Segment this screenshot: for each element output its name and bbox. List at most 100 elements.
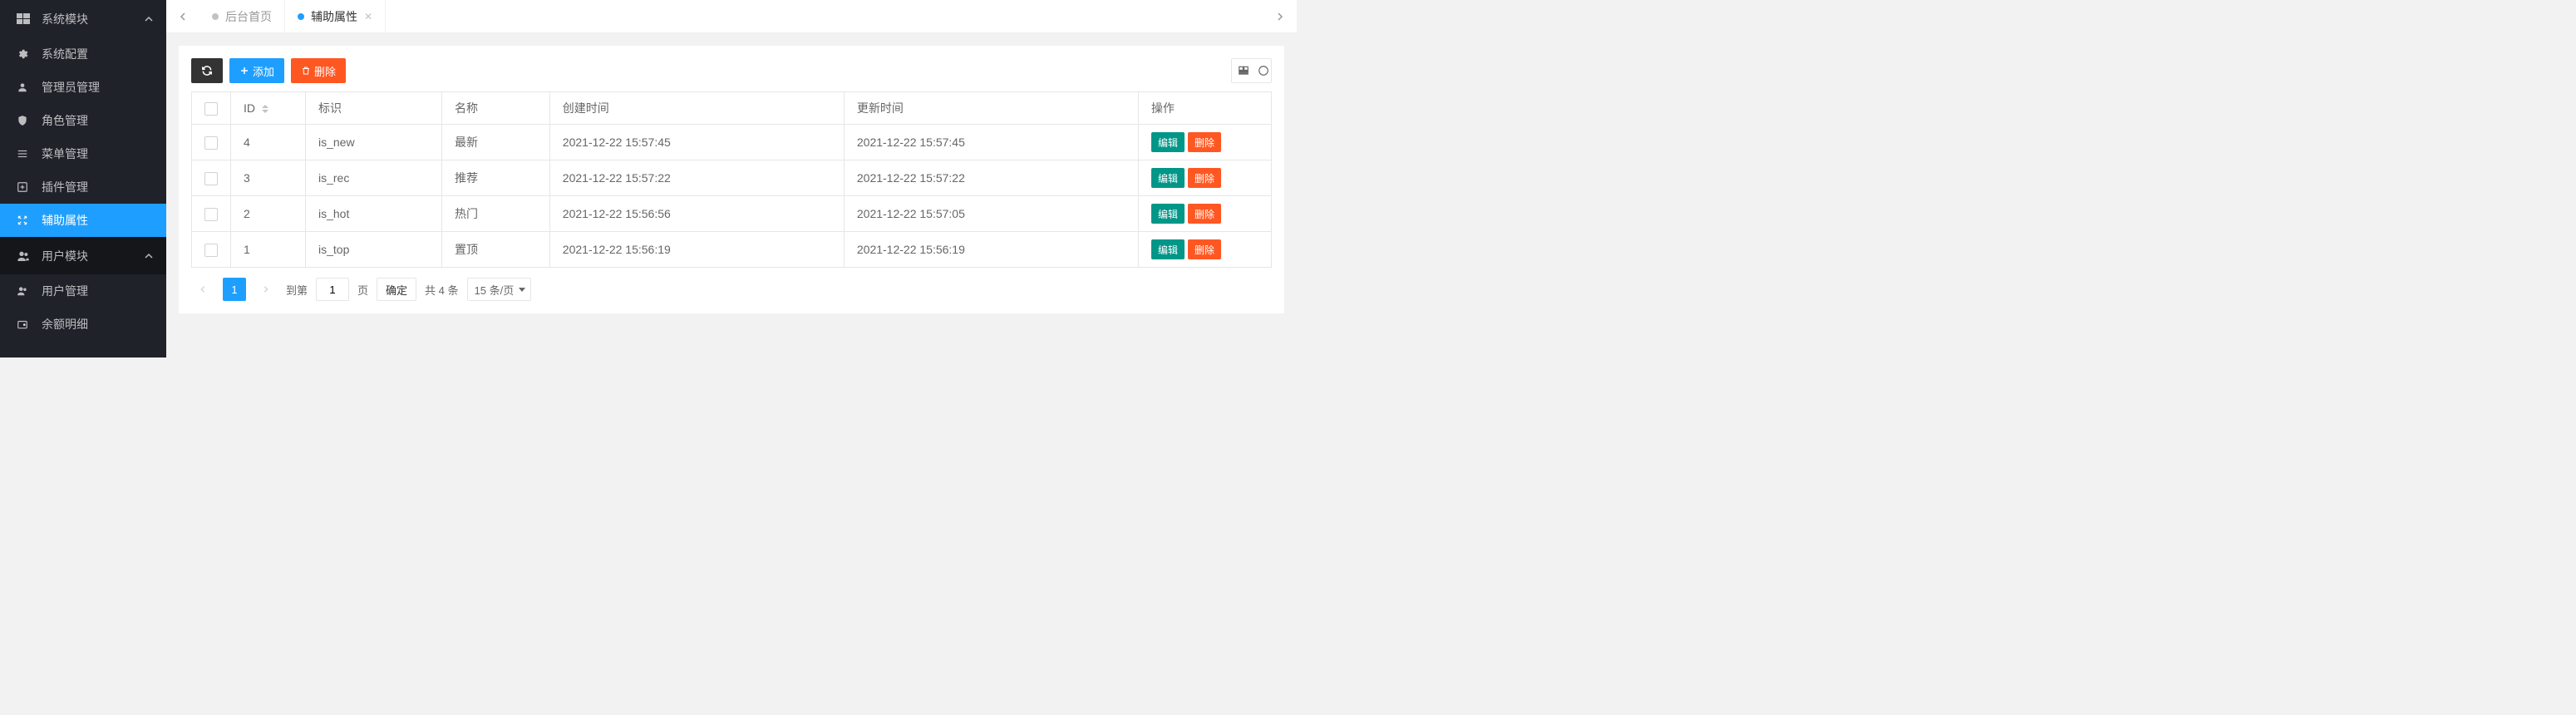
refresh-button[interactable] xyxy=(191,58,223,83)
wallet-icon xyxy=(17,318,33,330)
app-root: 系统模块 系统配置 管理员管理 角色管理 xyxy=(0,0,1297,358)
select-all-checkbox[interactable] xyxy=(204,102,218,116)
cell-updated: 2021-12-22 15:57:05 xyxy=(844,196,1138,232)
chevron-up-icon xyxy=(144,14,154,24)
page-size-select[interactable]: 15 条/页 xyxy=(467,278,532,301)
cell-id: 3 xyxy=(231,160,306,196)
th-checkbox xyxy=(192,92,231,125)
cell-checkbox xyxy=(192,232,231,268)
sidebar-group-label: 用户模块 xyxy=(42,248,88,264)
tab-label: 后台首页 xyxy=(225,8,272,25)
row-delete-button[interactable]: 删除 xyxy=(1188,168,1221,188)
columns-button[interactable] xyxy=(1231,58,1256,83)
sidebar-group-label: 系统模块 xyxy=(42,11,88,27)
data-table: ID 标识 名称 创建时间 更新时间 操作 4is_new最新2021-12-2… xyxy=(191,91,1272,268)
plus-square-icon xyxy=(17,181,33,193)
row-edit-button[interactable]: 编辑 xyxy=(1151,168,1185,188)
cell-created: 2021-12-22 15:57:45 xyxy=(549,125,844,160)
cell-actions: 编辑删除 xyxy=(1139,160,1272,196)
close-icon[interactable]: ✕ xyxy=(364,11,372,22)
sidebar-item-menu[interactable]: 菜单管理 xyxy=(0,137,166,170)
tab-dot-icon xyxy=(212,13,219,20)
page-next[interactable] xyxy=(254,278,278,301)
delete-button[interactable]: 删除 xyxy=(291,58,346,83)
cell-created: 2021-12-22 15:56:19 xyxy=(549,232,844,268)
row-checkbox[interactable] xyxy=(204,136,218,150)
gear-icon xyxy=(17,48,33,60)
table-header-row: ID 标识 名称 创建时间 更新时间 操作 xyxy=(192,92,1272,125)
sidebar-item-label: 系统配置 xyxy=(42,46,88,62)
page-number[interactable]: 1 xyxy=(223,278,246,301)
shield-icon xyxy=(17,115,33,126)
card: 添加 删除 xyxy=(179,46,1284,313)
export-button[interactable] xyxy=(1255,58,1272,83)
cell-tag: is_hot xyxy=(306,196,442,232)
cell-name: 推荐 xyxy=(442,160,550,196)
th-id[interactable]: ID xyxy=(231,92,306,125)
add-button[interactable]: 添加 xyxy=(229,58,284,83)
row-delete-button[interactable]: 删除 xyxy=(1188,239,1221,259)
row-checkbox[interactable] xyxy=(204,208,218,221)
row-delete-button[interactable]: 删除 xyxy=(1188,132,1221,152)
goto-input[interactable] xyxy=(316,278,349,301)
sidebar-item-label: 角色管理 xyxy=(42,112,88,129)
sidebar-item-users[interactable]: 用户管理 xyxy=(0,274,166,308)
content: 添加 删除 xyxy=(166,33,1297,358)
sidebar-item-admin[interactable]: 管理员管理 xyxy=(0,71,166,104)
export-icon xyxy=(1258,65,1269,76)
sidebar-item-balance[interactable]: 余额明细 xyxy=(0,308,166,341)
cell-tag: is_top xyxy=(306,232,442,268)
sidebar-item-label: 管理员管理 xyxy=(42,79,100,96)
toolbar: 添加 删除 xyxy=(191,58,1272,83)
sidebar-item-label: 插件管理 xyxy=(42,179,88,195)
sidebar-group-user[interactable]: 用户模块 xyxy=(0,237,166,274)
row-delete-button[interactable]: 删除 xyxy=(1188,204,1221,224)
pagination: 1 到第 页 确定 共 4 条 15 条/页 xyxy=(191,278,1272,301)
tab-home[interactable]: 后台首页 xyxy=(199,0,285,32)
sidebar: 系统模块 系统配置 管理员管理 角色管理 xyxy=(0,0,166,358)
row-edit-button[interactable]: 编辑 xyxy=(1151,239,1185,259)
goto-prefix: 到第 xyxy=(286,282,308,298)
sidebar-item-role[interactable]: 角色管理 xyxy=(0,104,166,137)
tab-scroll-left[interactable] xyxy=(166,0,199,32)
cell-id: 2 xyxy=(231,196,306,232)
users-icon xyxy=(17,249,33,263)
cell-actions: 编辑删除 xyxy=(1139,125,1272,160)
th-created: 创建时间 xyxy=(549,92,844,125)
row-checkbox[interactable] xyxy=(204,244,218,257)
user-icon xyxy=(17,81,33,93)
main: 后台首页 辅助属性 ✕ xyxy=(166,0,1297,358)
button-label: 删除 xyxy=(314,63,336,79)
row-checkbox[interactable] xyxy=(204,172,218,185)
sidebar-group-system[interactable]: 系统模块 xyxy=(0,0,166,37)
expand-icon xyxy=(17,214,33,226)
row-edit-button[interactable]: 编辑 xyxy=(1151,204,1185,224)
cell-updated: 2021-12-22 15:56:19 xyxy=(844,232,1138,268)
sidebar-item-label: 辅助属性 xyxy=(42,212,88,229)
goto-confirm-button[interactable]: 确定 xyxy=(377,278,416,301)
sidebar-item-label: 菜单管理 xyxy=(42,145,88,162)
sort-icon xyxy=(262,105,268,113)
tab-attr[interactable]: 辅助属性 ✕ xyxy=(285,0,386,32)
toolbar-right xyxy=(1232,58,1272,83)
table-row: 4is_new最新2021-12-22 15:57:452021-12-22 1… xyxy=(192,125,1272,160)
cell-tag: is_rec xyxy=(306,160,442,196)
cell-checkbox xyxy=(192,196,231,232)
trash-icon xyxy=(301,66,311,76)
page-prev[interactable] xyxy=(191,278,214,301)
cell-checkbox xyxy=(192,160,231,196)
table-row: 1is_top置顶2021-12-22 15:56:192021-12-22 1… xyxy=(192,232,1272,268)
sidebar-item-attr[interactable]: 辅助属性 xyxy=(0,204,166,237)
tab-scroll-right[interactable] xyxy=(1263,0,1297,32)
th-tag: 标识 xyxy=(306,92,442,125)
sidebar-item-config[interactable]: 系统配置 xyxy=(0,37,166,71)
users-icon xyxy=(17,285,33,297)
table-row: 3is_rec推荐2021-12-22 15:57:222021-12-22 1… xyxy=(192,160,1272,196)
columns-icon xyxy=(1238,65,1249,76)
sidebar-item-label: 用户管理 xyxy=(42,283,88,299)
tabs: 后台首页 辅助属性 ✕ xyxy=(199,0,1263,32)
row-edit-button[interactable]: 编辑 xyxy=(1151,132,1185,152)
tab-dot-icon xyxy=(298,13,304,20)
th-name: 名称 xyxy=(442,92,550,125)
sidebar-item-plugin[interactable]: 插件管理 xyxy=(0,170,166,204)
